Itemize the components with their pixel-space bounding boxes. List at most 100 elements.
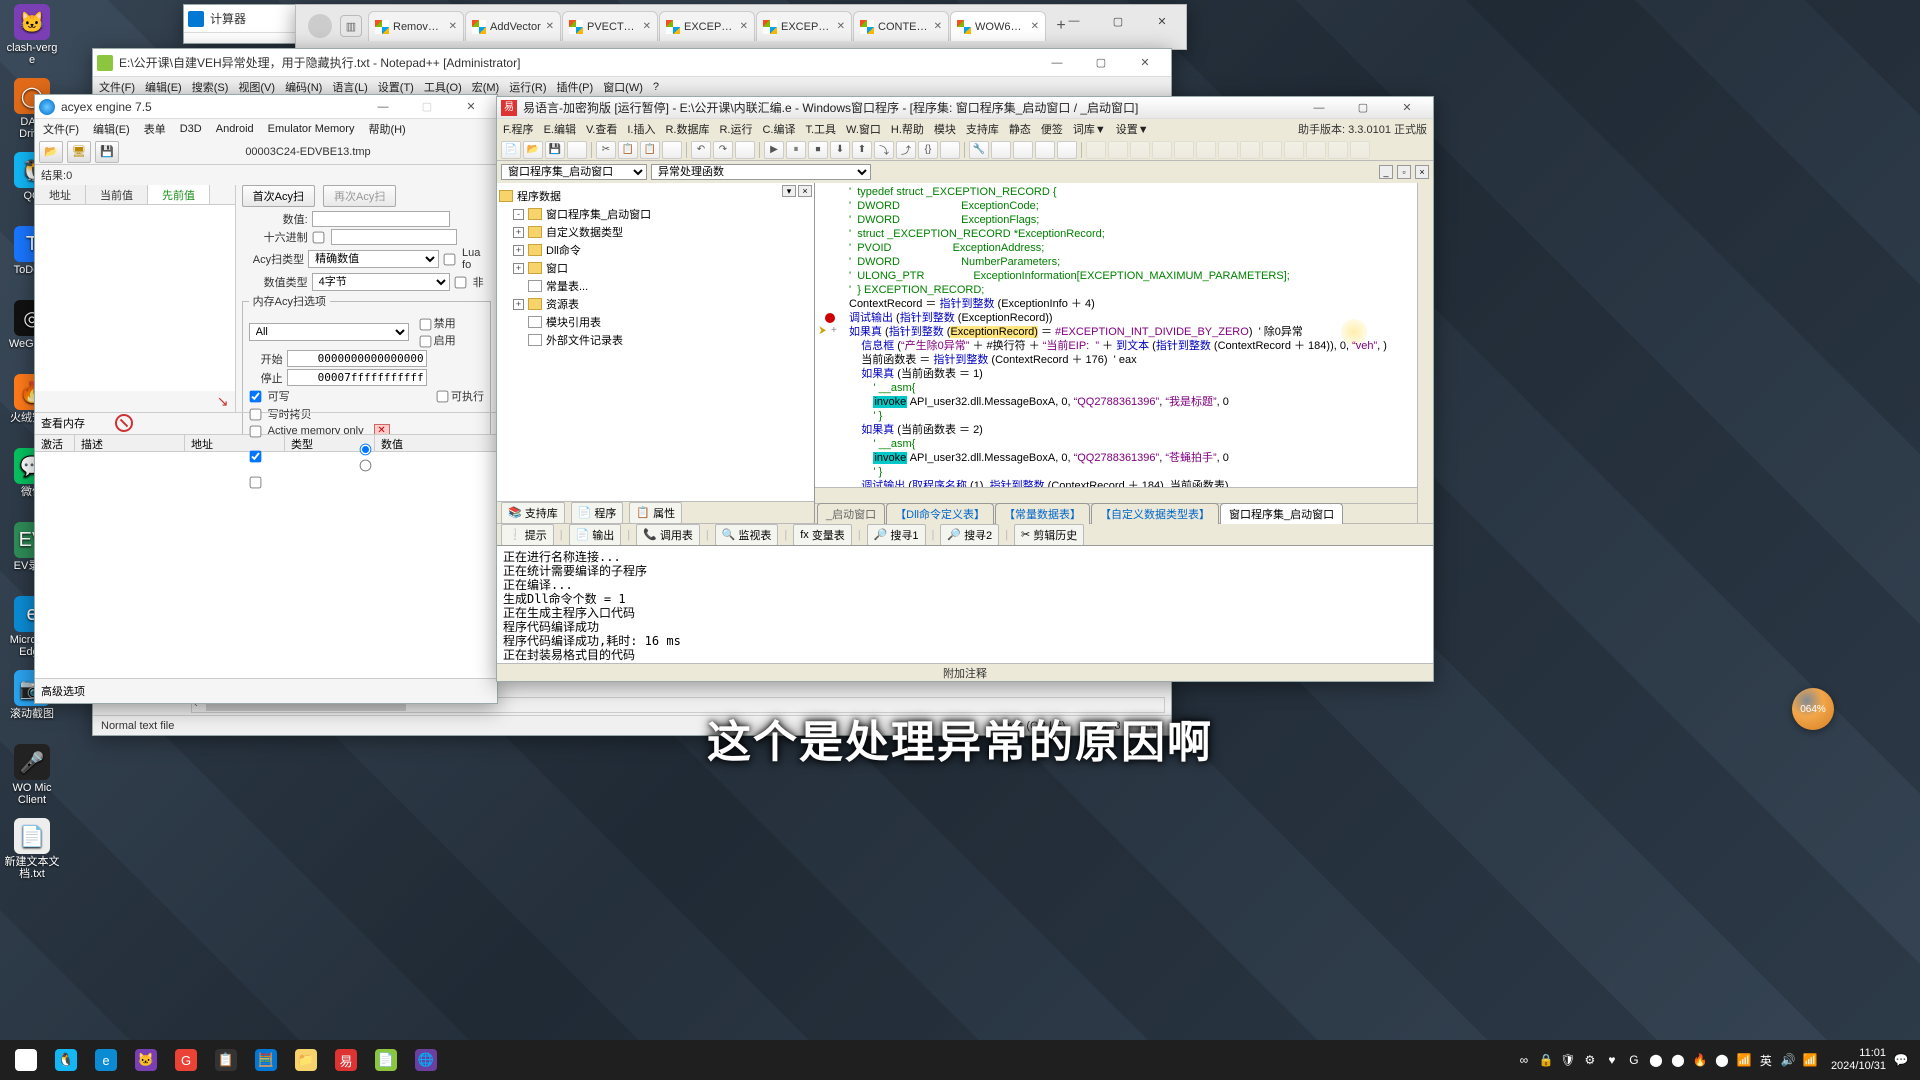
tree-item[interactable]: +Dll命令 xyxy=(499,241,812,259)
taskbar-app[interactable]: 🐧 xyxy=(46,1040,86,1080)
edge-tab[interactable]: RemoveVec✕ xyxy=(368,11,464,41)
elang-menu-item[interactable]: 词库▼ xyxy=(1073,121,1106,137)
tray-icon[interactable]: 🔒 xyxy=(1537,1051,1555,1069)
acy-align-radio[interactable] xyxy=(360,443,372,455)
edge-close-button[interactable]: ✕ xyxy=(1140,7,1184,35)
acy-lastdigits-radio[interactable] xyxy=(360,459,372,471)
elang-mdi-max[interactable]: ▫ xyxy=(1397,165,1411,179)
tree-root[interactable]: 程序数据 xyxy=(499,187,812,205)
elang-toolbar-button[interactable] xyxy=(1152,141,1172,159)
acy-menu-item[interactable]: Android xyxy=(216,123,254,135)
elang-bottom-tab[interactable]: fx变量表 xyxy=(793,524,852,546)
elang-editor-tab[interactable]: 窗口程序集_启动窗口 xyxy=(1220,503,1343,524)
elang-tree-pin[interactable]: ▾ xyxy=(782,185,796,197)
elang-bottom-tab[interactable]: ❕提示 xyxy=(501,524,554,546)
taskbar-app[interactable]: 📄 xyxy=(366,1040,406,1080)
elang-toolbar-button[interactable]: ↶ xyxy=(691,141,711,159)
tab-close-icon[interactable]: ✕ xyxy=(1031,21,1039,32)
acy-tool-open[interactable]: 📂 xyxy=(39,141,63,163)
acy-activemem-checkbox[interactable] xyxy=(249,425,261,437)
acy-menu-item[interactable]: D3D xyxy=(180,123,202,135)
desktop-icon[interactable]: 📄新建文本文档.txt xyxy=(4,818,60,890)
npp-menu-item[interactable]: 搜索(S) xyxy=(192,79,229,95)
taskbar-app[interactable]: 🧮 xyxy=(246,1040,286,1080)
acy-menu-item[interactable]: 表单 xyxy=(144,121,166,137)
npp-maximize-button[interactable]: ▢ xyxy=(1079,50,1123,76)
elang-toolbar-button[interactable]: ↷ xyxy=(713,141,733,159)
npp-menu-item[interactable]: 运行(R) xyxy=(509,79,546,95)
tab-close-icon[interactable]: ✕ xyxy=(740,21,748,32)
acy-value-input[interactable] xyxy=(312,211,450,227)
tab-close-icon[interactable]: ✕ xyxy=(934,21,942,32)
elang-toolbar-button[interactable]: ⏹ xyxy=(808,141,828,159)
elang-toolbar-button[interactable]: ✂ xyxy=(596,141,616,159)
acy-scantype-select[interactable]: 精确数值 xyxy=(308,250,439,268)
taskbar-app[interactable]: 🌐 xyxy=(406,1040,446,1080)
tab-close-icon[interactable]: ✕ xyxy=(837,21,845,32)
elang-menu-item[interactable]: H.帮助 xyxy=(891,121,924,137)
tray-icon[interactable]: ⬤ xyxy=(1647,1051,1665,1069)
elang-toolbar-button[interactable] xyxy=(1306,141,1326,159)
elang-bottom-tab[interactable]: 📞调用表 xyxy=(636,524,700,546)
taskbar-app[interactable]: 📋 xyxy=(206,1040,246,1080)
edge-tab[interactable]: WOW64_CC✕ xyxy=(950,11,1046,41)
elang-toolbar-button[interactable]: 🔧 xyxy=(969,141,989,159)
tray-icon[interactable]: 🛡 xyxy=(1559,1051,1577,1069)
tree-item[interactable]: 外部文件记录表 xyxy=(499,331,812,349)
elang-toolbar-button[interactable] xyxy=(1218,141,1238,159)
elang-class-combo[interactable]: 窗口程序集_启动窗口 xyxy=(501,164,647,180)
tree-item[interactable]: +窗口 xyxy=(499,259,812,277)
elang-toolbar-button[interactable] xyxy=(735,141,755,159)
npp-menu-item[interactable]: 视图(V) xyxy=(238,79,275,95)
elang-toolbar-button[interactable]: ⬆ xyxy=(852,141,872,159)
elang-menu-item[interactable]: 静态 xyxy=(1009,121,1031,137)
acy-pause-checkbox[interactable] xyxy=(249,476,261,488)
elang-menu-item[interactable]: R.数据库 xyxy=(665,121,709,137)
acy-hex-input[interactable] xyxy=(331,229,457,245)
npp-menu-item[interactable]: 插件(P) xyxy=(557,79,594,95)
elang-toolbar-button[interactable]: ▶ xyxy=(764,141,784,159)
edge-profile-icon[interactable] xyxy=(308,14,332,38)
elang-editor-tab[interactable]: 【Dll命令定义表】 xyxy=(886,503,994,524)
elang-project-tree[interactable]: ▾× 程序数据-窗口程序集_启动窗口+自定义数据类型+Dll命令+窗口常量表..… xyxy=(497,183,815,523)
elang-tree-close[interactable]: × xyxy=(798,185,812,197)
elang-code-editor[interactable]: ⮞ + ' typedef struct _EXCEPTION_RECORD {… xyxy=(815,183,1417,487)
elang-toolbar-button[interactable] xyxy=(1057,141,1077,159)
elang-menu-item[interactable]: V.查看 xyxy=(586,121,617,137)
edge-tab[interactable]: EXCEPTION✕ xyxy=(756,11,852,41)
elang-menu-item[interactable]: I.插入 xyxy=(627,121,655,137)
npp-menu-item[interactable]: 窗口(W) xyxy=(603,79,643,95)
elang-bottom-tab[interactable]: ✂剪辑历史 xyxy=(1014,524,1084,546)
tree-item[interactable]: +自定义数据类型 xyxy=(499,223,812,241)
elang-bottom-tab[interactable]: 🔎搜寻2 xyxy=(940,524,999,546)
tray-icon[interactable]: 🔥 xyxy=(1691,1051,1709,1069)
acy-tab-current[interactable]: 当前值 xyxy=(86,185,148,204)
elang-toolbar-button[interactable]: ⤵ xyxy=(874,141,894,159)
elang-menu-item[interactable]: T.工具 xyxy=(805,121,836,137)
acy-forbid-checkbox[interactable] xyxy=(419,318,431,330)
elang-toolbar[interactable]: 📄📂💾✂📋📋↶↷▶⏸⏹⬇⬆⤵⤴{}🔧 xyxy=(497,139,1433,161)
tray-icon[interactable]: 🔊 xyxy=(1779,1051,1797,1069)
edge-tab[interactable]: AddVector✕ xyxy=(465,11,561,41)
elang-bottom-tab[interactable]: 🔍监视表 xyxy=(715,524,779,546)
acy-menu-item[interactable]: Emulator Memory xyxy=(268,123,355,135)
elang-editor-tabs[interactable]: _启动窗口【Dll命令定义表】【常量数据表】【自定义数据类型表】窗口程序集_启动… xyxy=(815,503,1417,523)
elang-toolbar-button[interactable] xyxy=(1130,141,1150,159)
tray-icon[interactable]: 英 xyxy=(1757,1051,1775,1069)
acy-viewmem-label[interactable]: 查看内存 xyxy=(41,415,85,431)
npp-minimize-button[interactable]: — xyxy=(1035,50,1079,76)
tray-icon[interactable]: ⬤ xyxy=(1713,1051,1731,1069)
acy-tab-previous[interactable]: 先前值 xyxy=(148,185,210,204)
tab-close-icon[interactable]: ✕ xyxy=(449,21,457,32)
elang-lowtab-program[interactable]: 📄 程序 xyxy=(571,502,624,524)
npp-close-button[interactable]: ✕ xyxy=(1123,50,1167,76)
elang-toolbar-button[interactable]: 💾 xyxy=(545,141,565,159)
edge-tab[interactable]: CONTEXT (✕ xyxy=(853,11,949,41)
acy-exec-checkbox[interactable] xyxy=(437,390,449,402)
acy-close-button[interactable]: ✕ xyxy=(449,94,493,120)
elang-editor-tab[interactable]: 【常量数据表】 xyxy=(995,503,1090,524)
tray-icon[interactable]: G xyxy=(1625,1051,1643,1069)
elang-toolbar-button[interactable] xyxy=(1350,141,1370,159)
acy-menubar[interactable]: 文件(F)编辑(E)表单D3DAndroidEmulator Memory帮助(… xyxy=(35,119,497,139)
elang-toolbar-button[interactable] xyxy=(567,141,587,159)
